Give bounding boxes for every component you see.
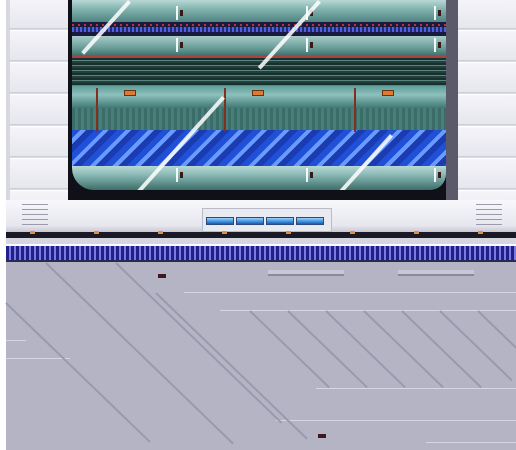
train-light-strip bbox=[72, 22, 446, 36]
vent-right bbox=[476, 204, 502, 228]
floor-groove bbox=[115, 262, 283, 424]
floor-edge bbox=[316, 388, 516, 389]
floor-step bbox=[398, 270, 474, 276]
train-window-divider bbox=[354, 88, 356, 110]
floor-groove bbox=[287, 310, 368, 389]
floor-groove bbox=[155, 292, 308, 440]
floor-edge bbox=[6, 358, 70, 359]
rail-marker bbox=[350, 231, 355, 234]
platform-floor bbox=[5, 262, 516, 450]
floor-edge bbox=[426, 442, 516, 443]
train-rivet bbox=[180, 42, 183, 48]
rail-marker bbox=[158, 231, 163, 234]
floor-edge bbox=[6, 340, 26, 341]
platform-rail-highlight bbox=[6, 238, 516, 244]
train-lower-section bbox=[72, 108, 446, 130]
floor-groove bbox=[325, 310, 406, 389]
indicator-panel bbox=[202, 208, 332, 232]
train-door-seam bbox=[434, 38, 436, 52]
train-window-divider bbox=[96, 88, 98, 110]
train-door-seam bbox=[176, 168, 178, 182]
train-dark-stripes bbox=[72, 58, 446, 86]
floor-step bbox=[268, 270, 344, 276]
train-door-seam bbox=[434, 168, 436, 182]
vent-left bbox=[22, 204, 48, 228]
floor-groove bbox=[477, 310, 516, 354]
train-rivet bbox=[310, 172, 313, 178]
indicator-segment bbox=[296, 217, 324, 225]
rail-marker bbox=[478, 231, 483, 234]
train-window-divider bbox=[224, 110, 226, 132]
rail-marker bbox=[222, 231, 227, 234]
floor-groove bbox=[45, 262, 234, 445]
train-lamp bbox=[252, 90, 264, 96]
platform-edge-strip bbox=[6, 246, 516, 262]
floor-edge bbox=[220, 310, 516, 311]
rail-marker bbox=[30, 231, 35, 234]
floor-groove bbox=[363, 310, 444, 389]
game-scene bbox=[0, 0, 516, 450]
window-shadow bbox=[446, 0, 458, 200]
floor-edge bbox=[276, 420, 516, 421]
train-rivet bbox=[180, 172, 183, 178]
train-lamp bbox=[382, 90, 394, 96]
train-door-seam bbox=[434, 6, 436, 20]
wall-edge bbox=[6, 0, 10, 200]
train-rivet bbox=[438, 10, 441, 16]
indicator-segment bbox=[236, 217, 264, 225]
train-car-bottom bbox=[72, 166, 446, 190]
train-rivet bbox=[310, 42, 313, 48]
floor-groove bbox=[5, 302, 151, 443]
train-rivet bbox=[180, 10, 183, 16]
floor-groove bbox=[249, 310, 330, 389]
floor-hole bbox=[158, 274, 166, 278]
train-door-seam bbox=[176, 38, 178, 52]
train-rivet bbox=[438, 42, 441, 48]
floor-hole bbox=[318, 434, 326, 438]
train-door-seam bbox=[306, 168, 308, 182]
floor-groove bbox=[401, 310, 482, 389]
rail-marker bbox=[414, 231, 419, 234]
train-window-divider bbox=[96, 110, 98, 132]
train-door-seam bbox=[306, 38, 308, 52]
rail-marker bbox=[286, 231, 291, 234]
rail-marker bbox=[94, 231, 99, 234]
floor-edge bbox=[184, 292, 516, 293]
train-lamp bbox=[124, 90, 136, 96]
indicator-segment bbox=[266, 217, 294, 225]
train-rivet bbox=[438, 172, 441, 178]
floor-groove bbox=[439, 310, 513, 382]
train-car-middle bbox=[72, 36, 446, 56]
train-door-seam bbox=[176, 6, 178, 20]
indicator-segment bbox=[206, 217, 234, 225]
passing-train bbox=[72, 0, 446, 190]
train-window-divider bbox=[354, 110, 356, 132]
